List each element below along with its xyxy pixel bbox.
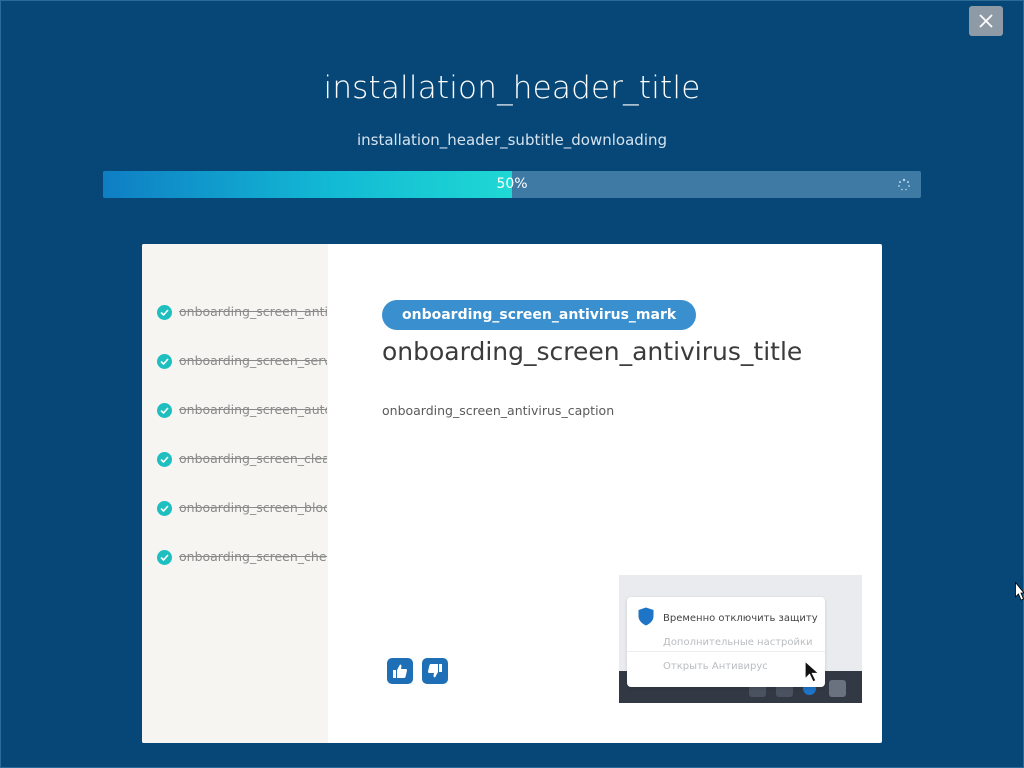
like-button[interactable] (387, 658, 413, 684)
progress-percent: 50% (496, 176, 528, 192)
antivirus-title: onboarding_screen_antivirus_title (382, 337, 803, 366)
shield-icon (638, 607, 654, 626)
close-icon (979, 14, 993, 28)
menu-item-open-antivirus: Открыть Антивирус (663, 661, 768, 672)
installation-subtitle: installation_header_subtitle_downloading (356, 131, 668, 149)
menu-item-advanced-settings: Дополнительные настройки (663, 637, 813, 648)
menu-divider (627, 651, 825, 652)
step-item: onboarding_screen_auto (157, 400, 327, 420)
step-label: onboarding_screen_auto (179, 402, 327, 417)
cursor-icon (804, 660, 821, 683)
step-item: onboarding_screen_clea (157, 449, 327, 469)
download-progress-bar: 50% (103, 171, 921, 198)
thumbs-down-icon (428, 664, 442, 678)
antivirus-caption: onboarding_screen_antivirus_caption (382, 403, 615, 418)
step-label: onboarding_screen_chec (179, 549, 327, 564)
installation-title: installation_header_title (323, 70, 701, 106)
check-circle-icon (157, 550, 172, 565)
mouse-pointer-icon (1015, 582, 1024, 601)
step-item: onboarding_screen_serv (157, 351, 327, 371)
antivirus-mark-badge: onboarding_screen_antivirus_mark (382, 300, 697, 330)
check-circle-icon (157, 452, 172, 467)
tray-context-menu: Временно отключить защиту Дополнительные… (627, 597, 825, 687)
step-item: onboarding_screen_chec (157, 547, 327, 567)
onboarding-steps-sidebar: onboarding_screen_antiv onboarding_scree… (142, 244, 328, 743)
check-circle-icon (157, 354, 172, 369)
tray-menu-preview-image: Временно отключить защиту Дополнительные… (619, 575, 862, 703)
step-item: onboarding_screen_bloc (157, 498, 327, 518)
check-circle-icon (157, 403, 172, 418)
step-label: onboarding_screen_serv (179, 353, 327, 368)
close-button[interactable] (969, 6, 1003, 36)
step-label: onboarding_screen_clea (179, 451, 327, 466)
step-label: onboarding_screen_bloc (179, 500, 327, 515)
dislike-button[interactable] (422, 658, 448, 684)
check-circle-icon (157, 305, 172, 320)
menu-item-disable-protection: Временно отключить защиту (663, 613, 818, 624)
step-label: onboarding_screen_antiv (179, 304, 327, 319)
spinner-icon (898, 178, 910, 191)
onboarding-card: onboarding_screen_antiv onboarding_scree… (142, 244, 882, 743)
taskbar-icon (829, 680, 846, 697)
check-circle-icon (157, 501, 172, 516)
thumbs-up-icon (393, 664, 407, 678)
step-item: onboarding_screen_antiv (157, 302, 327, 322)
